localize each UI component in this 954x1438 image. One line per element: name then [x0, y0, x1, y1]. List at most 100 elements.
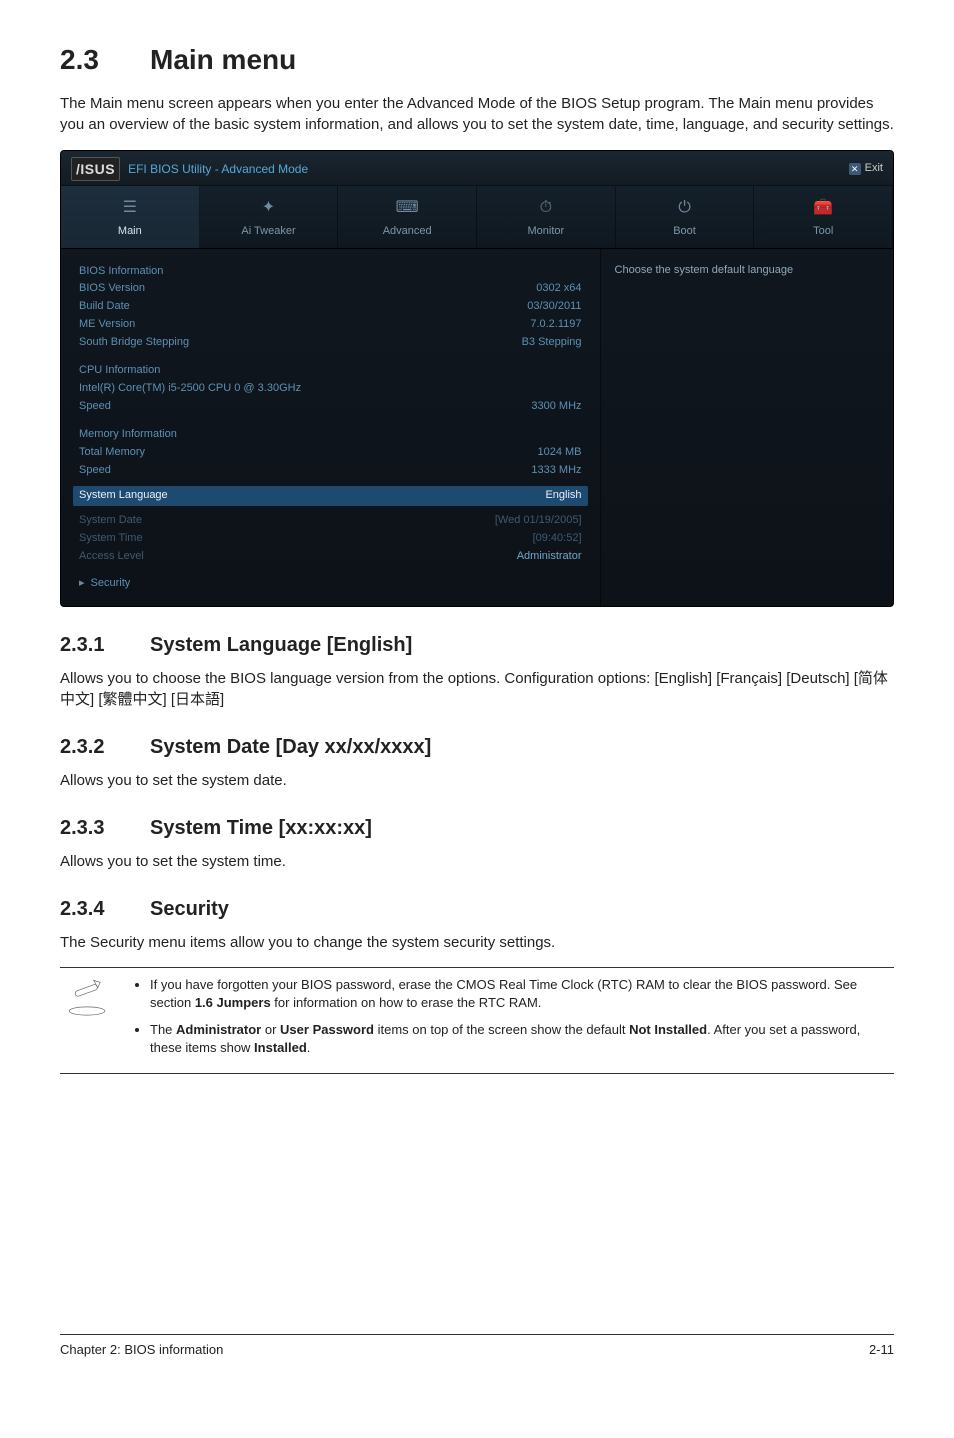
note-block: If you have forgotten your BIOS password… — [60, 967, 894, 1074]
tab-tool-label: Tool — [813, 225, 833, 237]
access-level-label: Access Level — [79, 549, 144, 565]
exit-label: Exit — [865, 161, 883, 177]
sub-title-231: System Language [English] — [150, 634, 412, 656]
note2-a: The — [150, 1022, 176, 1037]
tab-ai-tweaker[interactable]: ✦ Ai Tweaker — [200, 186, 339, 247]
note1-c: for information on how to erase the RTC … — [271, 995, 542, 1010]
system-language-value: English — [545, 488, 581, 504]
section-intro: The Main menu screen appears when you en… — [60, 93, 894, 137]
sub-body-232: Allows you to set the system date. — [60, 770, 894, 792]
bios-version-label: BIOS Version — [79, 281, 145, 297]
tab-main[interactable]: ☰ Main — [61, 186, 200, 247]
bios-help-text: Choose the system default language — [615, 264, 794, 276]
row-bios-version: BIOS Version 0302 x64 — [79, 280, 582, 298]
note2-i: . — [307, 1040, 311, 1055]
subheading-234: 2.3.4Security — [60, 895, 894, 924]
total-memory-label: Total Memory — [79, 445, 145, 461]
subheading-233: 2.3.3System Time [xx:xx:xx] — [60, 814, 894, 843]
bios-help-panel: Choose the system default language — [601, 249, 893, 606]
row-south-bridge: South Bridge Stepping B3 Stepping — [79, 334, 582, 352]
note1-b: 1.6 Jumpers — [195, 995, 271, 1010]
note2-e: items on top of the screen show the defa… — [374, 1022, 629, 1037]
sub-num-231: 2.3.1 — [60, 631, 150, 660]
tab-advanced-label: Advanced — [383, 225, 432, 237]
note-icon — [60, 976, 114, 1065]
row-system-language[interactable]: System Language English — [73, 486, 588, 506]
build-date-value: 03/30/2011 — [527, 299, 581, 315]
south-bridge-label: South Bridge Stepping — [79, 335, 189, 351]
row-memory-speed: Speed 1333 MHz — [79, 462, 582, 480]
bios-tabs: ☰ Main ✦ Ai Tweaker ⌨ Advanced ⏱ Monitor… — [61, 186, 893, 248]
subheading-232: 2.3.2System Date [Day xx/xx/xxxx] — [60, 733, 894, 762]
row-security[interactable]: ▸ Security — [79, 566, 582, 592]
bios-left-panel: BIOS Information BIOS Version 0302 x64 B… — [61, 249, 601, 606]
south-bridge-value: B3 Stepping — [522, 335, 582, 351]
sub-body-233: Allows you to set the system time. — [60, 851, 894, 873]
bios-titlebar: /ISUS EFI BIOS Utility - Advanced Mode ✕… — [61, 151, 893, 186]
sub-num-234: 2.3.4 — [60, 895, 150, 924]
note-body: If you have forgotten your BIOS password… — [132, 976, 894, 1065]
system-time-value: [09:40:52] — [533, 531, 582, 547]
note2-b: Administrator — [176, 1022, 261, 1037]
chevron-right-icon: ▸ — [79, 576, 85, 592]
memory-speed-label: Speed — [79, 463, 111, 479]
row-total-memory: Total Memory 1024 MB — [79, 444, 582, 462]
list-icon: ☰ — [65, 196, 195, 219]
note2-f: Not Installed — [629, 1022, 707, 1037]
section-number: 2.3 — [60, 40, 150, 81]
security-label: Security — [91, 576, 131, 592]
note-item-2: The Administrator or User Password items… — [150, 1021, 894, 1057]
sub-body-231: Allows you to choose the BIOS language v… — [60, 668, 894, 712]
exit-icon: ✕ — [849, 163, 861, 175]
tab-ai-tweaker-label: Ai Tweaker — [241, 225, 295, 237]
bios-logo: /ISUS — [71, 157, 120, 181]
cpu-speed-value: 3300 MHz — [531, 399, 581, 415]
tool-icon: 🧰 — [758, 196, 888, 219]
section-title: Main menu — [150, 44, 296, 75]
row-build-date: Build Date 03/30/2011 — [79, 298, 582, 316]
total-memory-value: 1024 MB — [537, 445, 581, 461]
note2-h: Installed — [254, 1040, 307, 1055]
section-heading: 2.3Main menu — [60, 40, 894, 81]
advanced-icon: ⌨ — [342, 196, 472, 219]
sub-title-232: System Date [Day xx/xx/xxxx] — [150, 736, 431, 758]
tab-tool[interactable]: 🧰 Tool — [754, 186, 893, 247]
access-level-value: Administrator — [517, 549, 582, 565]
bios-information-label: BIOS Information — [79, 264, 163, 280]
row-system-date[interactable]: System Date [Wed 01/19/2005] — [79, 512, 582, 530]
sub-title-233: System Time [xx:xx:xx] — [150, 817, 372, 839]
row-me-version: ME Version 7.0.2.1197 — [79, 316, 582, 334]
row-cpu-model: Intel(R) Core(TM) i5-2500 CPU 0 @ 3.30GH… — [79, 380, 582, 398]
system-date-label: System Date — [79, 513, 142, 529]
sub-num-232: 2.3.2 — [60, 733, 150, 762]
page-footer: Chapter 2: BIOS information 2-11 — [60, 1334, 894, 1360]
cpu-speed-label: Speed — [79, 399, 111, 415]
bios-version-value: 0302 x64 — [536, 281, 581, 297]
note2-c: or — [261, 1022, 280, 1037]
exit-button[interactable]: ✕ Exit — [849, 161, 883, 177]
build-date-label: Build Date — [79, 299, 130, 315]
tab-monitor-label: Monitor — [528, 225, 565, 237]
bios-body: BIOS Information BIOS Version 0302 x64 B… — [61, 249, 893, 606]
tab-monitor[interactable]: ⏱ Monitor — [477, 186, 616, 247]
tab-main-label: Main — [118, 225, 142, 237]
me-version-value: 7.0.2.1197 — [530, 317, 581, 333]
memory-speed-value: 1333 MHz — [531, 463, 581, 479]
note2-d: User Password — [280, 1022, 374, 1037]
footer-right: 2-11 — [869, 1341, 894, 1360]
bios-screenshot: /ISUS EFI BIOS Utility - Advanced Mode ✕… — [60, 150, 894, 606]
tab-boot[interactable]: ⏻ Boot — [616, 186, 755, 247]
bios-title: EFI BIOS Utility - Advanced Mode — [128, 161, 308, 178]
sub-title-234: Security — [150, 898, 229, 920]
cpu-information-label: CPU Information — [79, 363, 160, 379]
tab-boot-label: Boot — [673, 225, 696, 237]
system-date-value: [Wed 01/19/2005] — [495, 513, 582, 529]
sub-body-234: The Security menu items allow you to cha… — [60, 932, 894, 954]
bios-information-header: BIOS Information — [79, 263, 582, 281]
footer-left: Chapter 2: BIOS information — [60, 1341, 223, 1360]
tab-advanced[interactable]: ⌨ Advanced — [338, 186, 477, 247]
pencil-note-icon — [65, 980, 109, 1020]
memory-information-header: Memory Information — [79, 426, 582, 444]
note-item-1: If you have forgotten your BIOS password… — [150, 976, 894, 1012]
row-system-time[interactable]: System Time [09:40:52] — [79, 530, 582, 548]
